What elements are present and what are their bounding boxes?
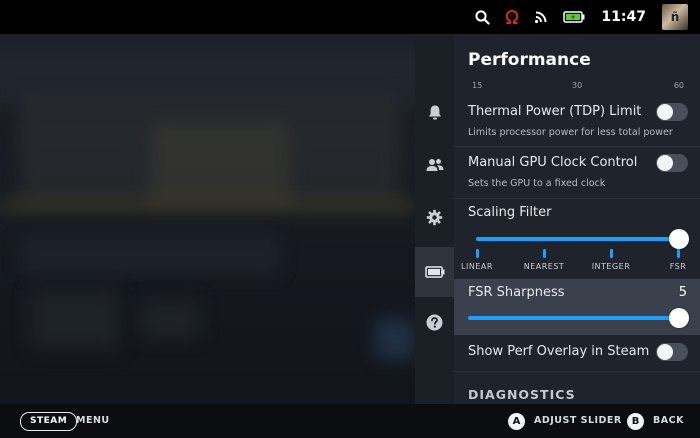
toggle-knob <box>657 104 673 120</box>
toggle-knob <box>657 344 673 360</box>
perf-overlay-row[interactable]: Show Perf Overlay in Steam <box>454 335 700 369</box>
tick-label: 60 <box>673 81 684 90</box>
tdp-limit-description: Limits processor power for less total po… <box>468 127 673 138</box>
status-bar: 11:47 ñ <box>0 0 700 34</box>
gpu-clock-toggle[interactable] <box>656 154 688 172</box>
fsr-sharpness-thumb[interactable] <box>669 308 689 328</box>
wifi-icon <box>534 10 549 24</box>
panel-title: Performance <box>468 50 591 70</box>
scaling-option-integer[interactable]: INTEGER <box>592 262 631 271</box>
battery-icon <box>563 11 585 23</box>
gpu-clock-description: Sets the GPU to a fixed clock <box>468 178 606 189</box>
blurred-game-background <box>0 34 415 404</box>
scaling-filter-track[interactable] <box>476 237 680 241</box>
back-label: BACK <box>653 415 684 426</box>
help-icon <box>426 314 443 335</box>
tdp-limit-toggle[interactable] <box>656 103 688 121</box>
rail-settings[interactable] <box>415 194 454 244</box>
fsr-sharpness-value: 5 <box>678 285 687 300</box>
gear-icon <box>426 209 443 230</box>
rail-notifications[interactable] <box>415 89 454 139</box>
diagnostics-heading: DIAGNOSTICS <box>468 387 576 402</box>
a-button-glyph[interactable]: A <box>508 413 525 430</box>
divider <box>454 371 700 372</box>
clock: 11:47 <box>601 9 646 25</box>
rail-help[interactable] <box>415 299 454 349</box>
gpu-clock-row[interactable]: Manual GPU Clock Control Sets the GPU to… <box>454 147 700 197</box>
scaling-notch <box>677 249 680 258</box>
tick-label: 30 <box>572 81 583 90</box>
fsr-sharpness-row[interactable]: FSR Sharpness 5 <box>454 279 700 335</box>
rail-performance[interactable] <box>415 247 454 297</box>
search-icon[interactable] <box>475 9 491 25</box>
scaling-option-linear[interactable]: LINEAR <box>461 262 493 271</box>
fsr-sharpness-label: FSR Sharpness <box>468 285 565 300</box>
bell-icon <box>427 104 443 125</box>
tdp-limit-label: Thermal Power (TDP) Limit <box>468 104 642 119</box>
omega-icon[interactable] <box>504 9 520 25</box>
gpu-clock-label: Manual GPU Clock Control <box>468 155 638 170</box>
tick-label: 15 <box>472 81 483 90</box>
performance-panel: Performance 15 30 60 Thermal Power (TDP)… <box>454 34 700 404</box>
perf-overlay-toggle[interactable] <box>656 343 688 361</box>
scaling-option-fsr[interactable]: FSR <box>670 262 687 271</box>
scaling-notch <box>610 249 613 258</box>
scaling-filter-thumb[interactable] <box>669 229 689 249</box>
menu-label: MENU <box>76 415 110 426</box>
scaling-notch <box>476 249 479 258</box>
steam-button[interactable]: STEAM <box>20 412 78 431</box>
scaling-option-nearest[interactable]: NEAREST <box>524 262 565 271</box>
scaling-notch <box>543 249 546 258</box>
scaling-filter-label: Scaling Filter <box>468 205 552 220</box>
fsr-sharpness-track[interactable] <box>468 316 680 320</box>
adjust-slider-label: ADJUST SLIDER <box>534 415 622 426</box>
rail-friends[interactable] <box>415 142 454 192</box>
avatar[interactable]: ñ <box>662 4 688 30</box>
avatar-initial: ñ <box>670 10 680 24</box>
quick-access-rail <box>415 34 454 404</box>
b-button-glyph[interactable]: B <box>627 413 644 430</box>
perf-overlay-label: Show Perf Overlay in Steam <box>468 344 650 359</box>
bottom-button-bar: STEAM MENU A ADJUST SLIDER B BACK <box>0 404 700 438</box>
battery-icon <box>424 263 445 282</box>
scaling-filter-row: Scaling Filter LINEAR NEAREST INTEGER FS… <box>454 199 700 279</box>
toggle-knob <box>657 155 673 171</box>
tdp-limit-row[interactable]: Thermal Power (TDP) Limit Limits process… <box>454 96 700 146</box>
friends-icon <box>426 157 444 177</box>
